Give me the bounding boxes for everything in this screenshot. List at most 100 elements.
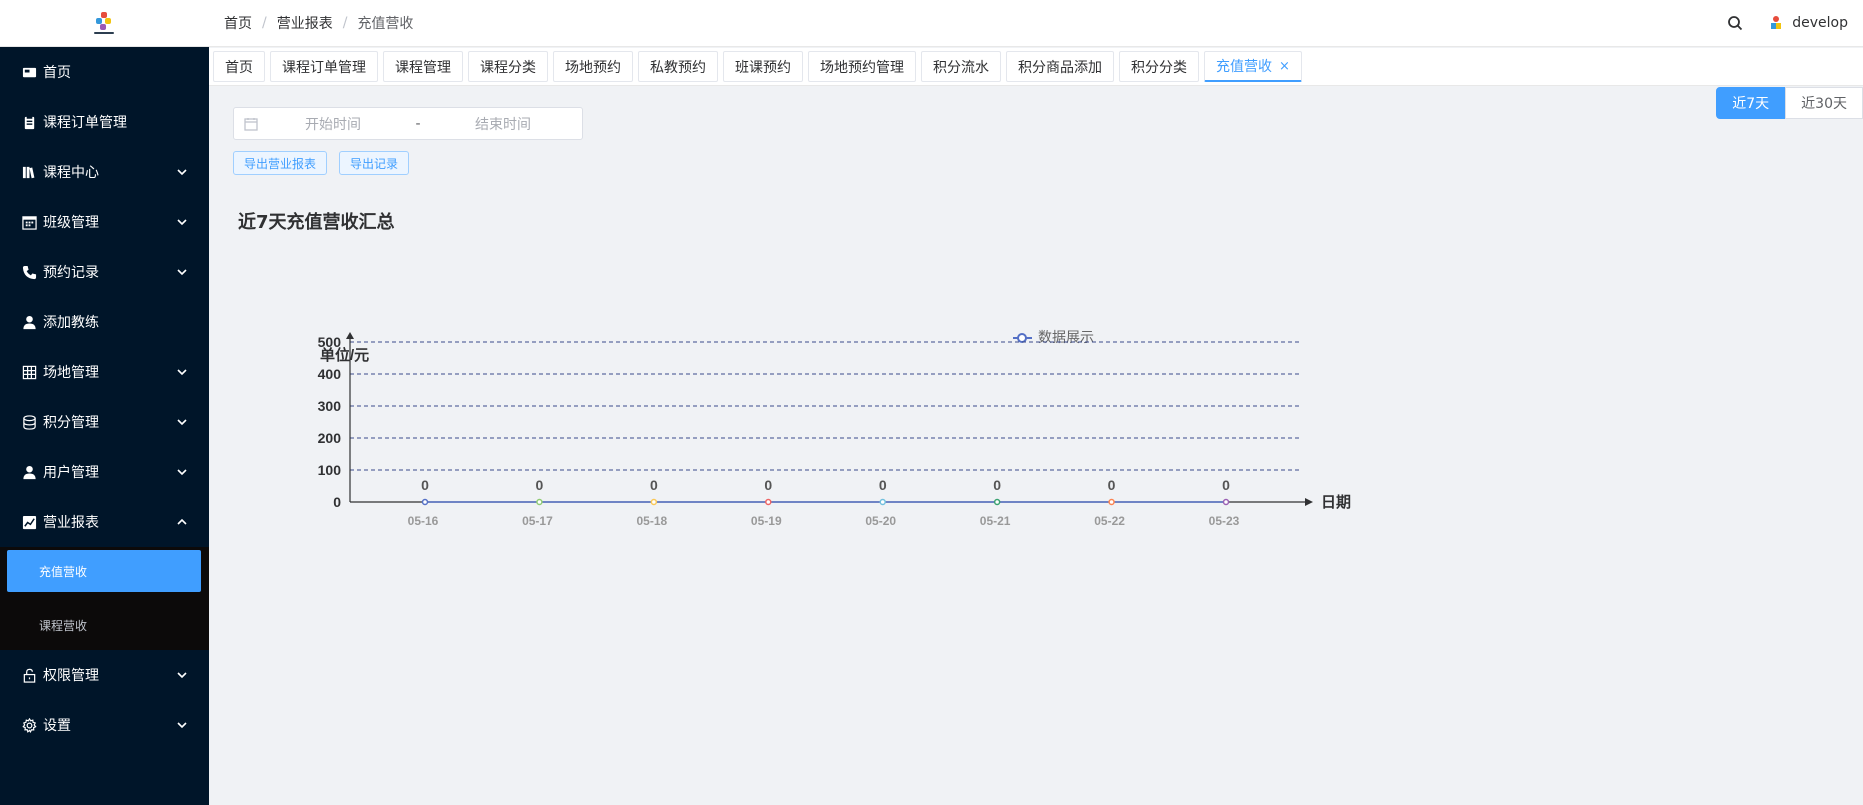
books-icon <box>21 164 37 180</box>
logo <box>0 0 209 47</box>
tab-label: 首页 <box>225 59 253 76</box>
export-record-button[interactable]: 导出记录 <box>339 151 410 175</box>
x-tick-label: 05-17 <box>522 514 553 528</box>
tabs-bar: 首页 课程订单管理 课程管理 课程分类 场地预约 私教预约 班课预约 场地预约管理 积分流水 积分… <box>209 48 1863 86</box>
end-date-input[interactable]: 结束时间 <box>438 114 568 134</box>
sidebar-item-9[interactable]: 营业报表 <box>0 497 209 547</box>
tab-10[interactable]: 积分分类 <box>1119 51 1199 82</box>
x-axis-arrow <box>1305 498 1313 506</box>
sidebar-item-label: 课程中心 <box>43 165 99 181</box>
x-tick-label: 05-23 <box>1209 514 1240 528</box>
tab-label: 积分商品添加 <box>1018 59 1102 76</box>
sidebar-item-6[interactable]: 场地管理 <box>0 347 209 397</box>
tab-label: 积分分类 <box>1131 59 1187 76</box>
tab-label: 私教预约 <box>650 59 706 76</box>
legend-label: 数据展示 <box>1038 329 1094 345</box>
data-label: 0 <box>536 477 544 493</box>
sidebar-item-7[interactable]: 积分管理 <box>0 397 209 447</box>
breadcrumb-reports[interactable]: 营业报表 <box>277 13 333 33</box>
chart-title: 近7天充值营收汇总 <box>238 212 395 233</box>
grid-icon <box>21 364 37 380</box>
y-tick-label: 100 <box>318 462 342 478</box>
data-point <box>765 498 772 506</box>
breadcrumb-home[interactable]: 首页 <box>224 13 252 33</box>
submenu-reports: 充值营收 课程营收 <box>0 547 209 650</box>
avatar <box>1768 15 1784 31</box>
y-tick-label: 400 <box>318 366 342 382</box>
data-point <box>879 498 886 506</box>
chevron-down-icon <box>175 365 189 379</box>
tab-7[interactable]: 场地预约管理 <box>808 51 916 82</box>
chevron-down-icon <box>175 165 189 179</box>
sidebar-item-3[interactable]: 班级管理 <box>0 197 209 247</box>
sidebar-item-10[interactable]: 权限管理 <box>0 650 209 700</box>
tab-1[interactable]: 课程订单管理 <box>270 51 378 82</box>
sidebar-item-label: 场地管理 <box>43 365 99 381</box>
data-point <box>536 498 543 506</box>
data-label: 0 <box>1108 477 1116 493</box>
tab-6[interactable]: 班课预约 <box>723 51 803 82</box>
data-point <box>421 498 429 506</box>
start-date-input[interactable]: 开始时间 <box>268 114 398 134</box>
sidebar-item-4[interactable]: 预约记录 <box>0 247 209 297</box>
range-toggle: 近7天 近30天 <box>1716 87 1863 119</box>
data-label: 0 <box>993 477 1001 493</box>
sidebar-item-5[interactable]: 添加教练 <box>0 297 209 347</box>
sidebar-item-label: 添加教练 <box>43 315 99 331</box>
date-separator: - <box>415 115 421 132</box>
range-7days-button[interactable]: 近7天 <box>1716 87 1786 119</box>
sidebar-item-label: 权限管理 <box>43 668 99 684</box>
y-tick-label: 0 <box>333 494 341 510</box>
data-point <box>1108 498 1115 506</box>
chart-icon <box>21 514 37 530</box>
sidebar-item-11[interactable]: 设置 <box>0 700 209 750</box>
tab-11[interactable]: 充值营收 × <box>1204 51 1302 82</box>
sidebar-item-0[interactable]: 首页 <box>0 47 209 97</box>
sidebar-item-label: 首页 <box>43 65 71 81</box>
x-tick-label: 05-20 <box>865 514 896 528</box>
logo-icon <box>92 10 118 36</box>
tab-5[interactable]: 私教预约 <box>638 51 718 82</box>
tab-4[interactable]: 场地预约 <box>553 51 633 82</box>
gear-icon <box>21 717 37 733</box>
chevron-down-icon <box>175 415 189 429</box>
chevron-up-icon <box>175 515 189 529</box>
tab-label: 课程订单管理 <box>282 59 366 76</box>
tab-3[interactable]: 课程分类 <box>468 51 548 82</box>
submenu-item-0[interactable]: 充值营收 <box>7 550 201 592</box>
sidebar-item-label: 用户管理 <box>43 465 99 481</box>
data-point <box>650 498 658 506</box>
chevron-down-icon <box>175 265 189 279</box>
lock-icon <box>21 667 37 683</box>
tab-label: 场地预约管理 <box>820 59 904 76</box>
breadcrumb-separator: / <box>342 15 348 31</box>
date-range-picker[interactable]: 开始时间 - 结束时间 <box>233 107 583 140</box>
data-label: 0 <box>650 477 658 493</box>
chevron-down-icon <box>175 465 189 479</box>
tab-9[interactable]: 积分商品添加 <box>1006 51 1114 82</box>
tab-2[interactable]: 课程管理 <box>383 51 463 82</box>
user-menu[interactable]: develop <box>1768 15 1848 31</box>
phone-icon <box>21 264 37 280</box>
y-axis-arrow <box>346 332 354 339</box>
data-point <box>993 498 1001 506</box>
sidebar-item-1[interactable]: 课程订单管理 <box>0 97 209 147</box>
main-content: 开始时间 - 结束时间 导出营业报表 导出记录 近7天充值营收汇总 数据展示 单位… <box>209 87 1863 805</box>
tab-0[interactable]: 首页 <box>213 51 265 82</box>
x-tick-label: 05-18 <box>637 514 668 528</box>
data-label: 0 <box>421 477 429 493</box>
export-report-button[interactable]: 导出营业报表 <box>233 151 328 175</box>
sidebar-item-8[interactable]: 用户管理 <box>0 447 209 497</box>
sidebar-item-label: 预约记录 <box>43 265 99 281</box>
tab-8[interactable]: 积分流水 <box>921 51 1001 82</box>
x-tick-label: 05-19 <box>751 514 782 528</box>
clipboard-icon <box>21 114 37 130</box>
range-30days-button[interactable]: 近30天 <box>1785 87 1863 119</box>
x-tick-label: 05-21 <box>980 514 1011 528</box>
tab-label: 场地预约 <box>565 59 621 76</box>
submenu-item-1[interactable]: 课程营收 <box>0 600 209 650</box>
sidebar-item-label: 营业报表 <box>43 515 99 531</box>
close-icon[interactable]: × <box>1279 59 1290 74</box>
search-icon[interactable] <box>1726 14 1744 32</box>
sidebar-item-2[interactable]: 课程中心 <box>0 147 209 197</box>
